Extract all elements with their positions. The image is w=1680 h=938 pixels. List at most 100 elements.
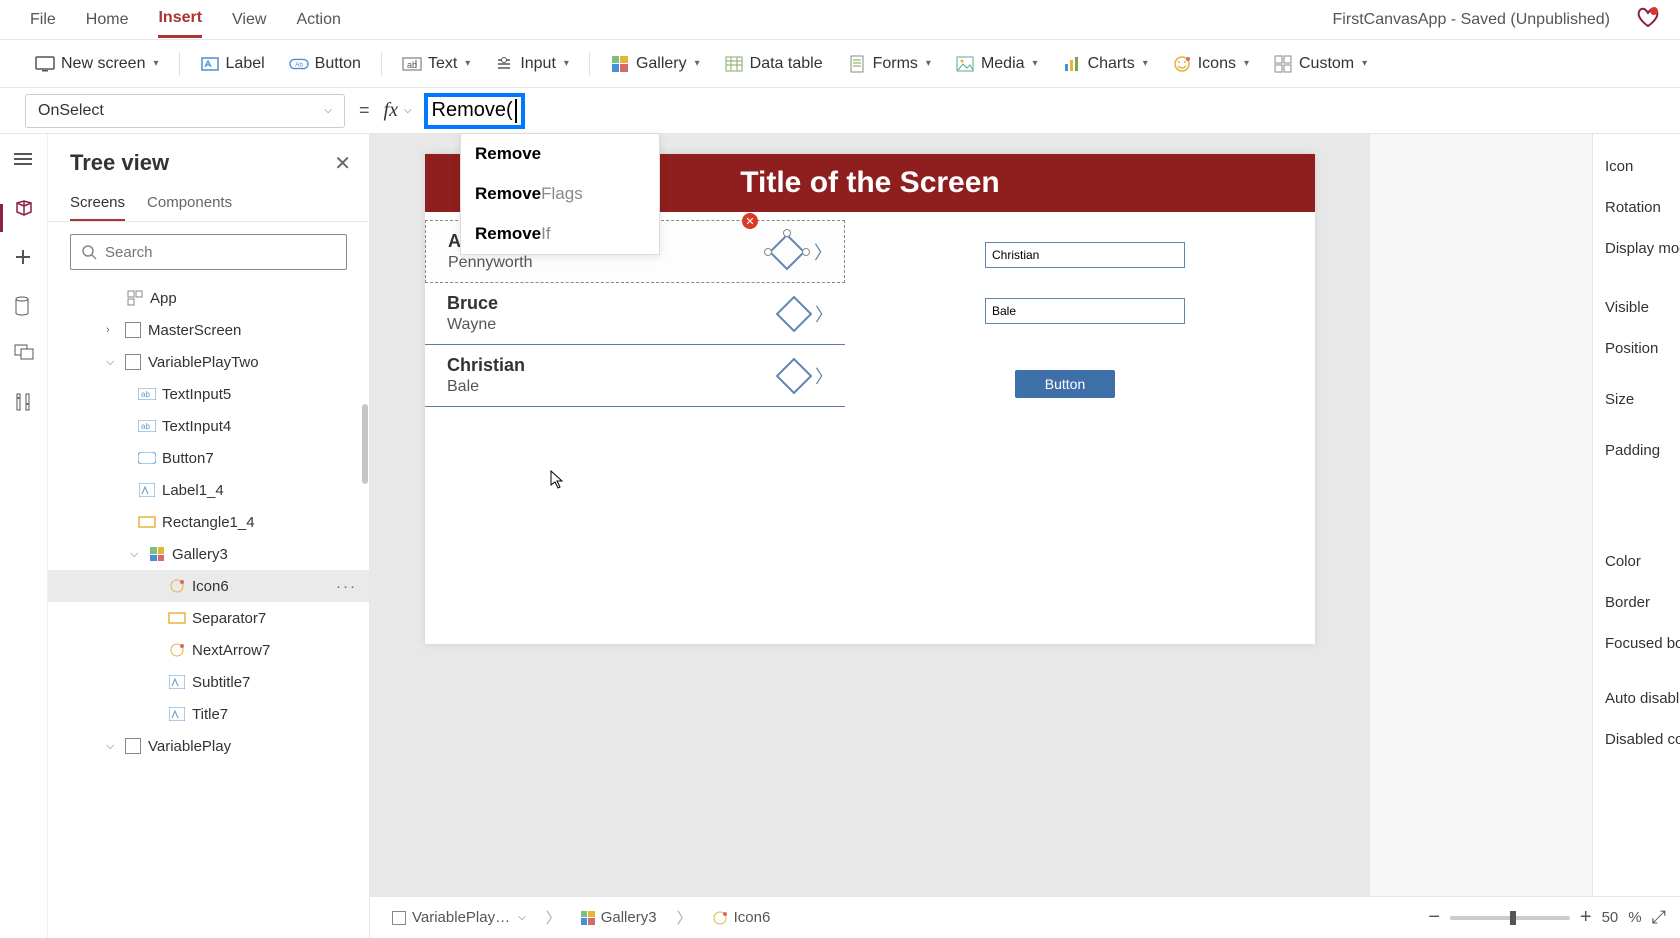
- caret-icon[interactable]: ⌵: [106, 740, 118, 753]
- tree-item-gallery3[interactable]: ⌵ Gallery3: [48, 538, 369, 570]
- input-dropdown[interactable]: Input ▾: [484, 48, 579, 80]
- zoom-in-button[interactable]: +: [1580, 906, 1592, 929]
- edit-icon[interactable]: [776, 357, 813, 394]
- next-arrow-icon[interactable]: 〉: [815, 301, 833, 327]
- tree-item-separator7[interactable]: Separator7: [48, 602, 369, 634]
- property-selector[interactable]: OnSelect ⌵: [25, 94, 345, 128]
- tree-item-title7[interactable]: Title7: [48, 698, 369, 730]
- zoom-slider-thumb[interactable]: [1510, 911, 1516, 925]
- gallery-row[interactable]: Christian Bale 〉: [425, 345, 845, 407]
- caret-icon[interactable]: ⌵: [106, 356, 118, 369]
- textinput-lastname[interactable]: [985, 298, 1185, 324]
- tree-item-app[interactable]: App: [48, 282, 369, 314]
- selection-handle[interactable]: [764, 248, 772, 256]
- tree-item-textinput5[interactable]: ab TextInput5: [48, 378, 369, 410]
- tree-item-variableplaytwo[interactable]: ⌵ VariablePlayTwo: [48, 346, 369, 378]
- breadcrumb-icon6[interactable]: Icon6: [704, 905, 779, 930]
- tree-item-subtitle7[interactable]: Subtitle7: [48, 666, 369, 698]
- formula-input[interactable]: Remove(: [424, 93, 525, 129]
- text-cursor: [515, 99, 517, 123]
- new-screen-button[interactable]: New screen ▾: [25, 48, 169, 80]
- label-button[interactable]: Label: [190, 48, 275, 80]
- tree-item-rectangle1-4[interactable]: Rectangle1_4: [48, 506, 369, 538]
- new-screen-label: New screen: [61, 55, 145, 73]
- autocomplete-item[interactable]: RemoveIf: [461, 214, 659, 254]
- tree-item-variableplay[interactable]: ⌵ VariablePlay: [48, 730, 369, 762]
- close-icon[interactable]: ✕: [334, 151, 351, 176]
- chevron-down-icon: ▾: [926, 58, 931, 69]
- selection-handle[interactable]: [802, 248, 810, 256]
- charts-dropdown[interactable]: Charts ▾: [1052, 48, 1158, 80]
- prop-border[interactable]: Border: [1605, 582, 1680, 623]
- data-table-button[interactable]: Data table: [714, 48, 833, 80]
- caret-icon[interactable]: ⌵: [130, 548, 142, 561]
- prop-position[interactable]: Position: [1605, 328, 1680, 369]
- prop-icon[interactable]: Icon: [1605, 146, 1680, 187]
- fit-to-window-icon[interactable]: ⤢: [1652, 907, 1666, 928]
- gallery-row[interactable]: Bruce Wayne 〉: [425, 283, 845, 345]
- scrollbar-thumb[interactable]: [362, 404, 368, 484]
- add-icon[interactable]: [14, 248, 34, 268]
- database-icon[interactable]: [14, 296, 34, 316]
- prop-visible[interactable]: Visible: [1605, 287, 1680, 328]
- prop-padding[interactable]: Padding: [1605, 430, 1680, 471]
- chevron-down-icon: ▾: [153, 58, 158, 69]
- tree-item-nextarrow7[interactable]: NextArrow7: [48, 634, 369, 666]
- variables-icon[interactable]: [14, 392, 34, 412]
- zoom-slider[interactable]: [1450, 916, 1570, 920]
- breadcrumb-screen[interactable]: VariablePlay… ⌵: [384, 905, 534, 930]
- edit-icon[interactable]: [776, 295, 813, 332]
- text-dropdown[interactable]: ab Text ▾: [392, 48, 480, 80]
- fx-icon[interactable]: fx: [384, 99, 398, 122]
- next-arrow-icon[interactable]: 〉: [815, 363, 833, 389]
- breadcrumb-gallery[interactable]: Gallery3: [573, 905, 665, 930]
- submit-button[interactable]: Button: [1015, 370, 1115, 398]
- tree-item-button7[interactable]: Button7: [48, 442, 369, 474]
- custom-dropdown[interactable]: Custom ▾: [1263, 48, 1377, 80]
- tree-item-icon6[interactable]: Icon6 ···: [48, 570, 369, 602]
- edit-icon-selected[interactable]: [768, 233, 806, 271]
- health-icon[interactable]: [1636, 5, 1660, 34]
- prop-rotation[interactable]: Rotation: [1605, 187, 1680, 228]
- prop-disabled-color[interactable]: Disabled color: [1605, 719, 1680, 760]
- tree-item-textinput4[interactable]: ab TextInput4: [48, 410, 369, 442]
- prop-focused-border[interactable]: Focused border: [1605, 623, 1680, 664]
- prop-size[interactable]: Size: [1605, 379, 1680, 420]
- textinput-firstname[interactable]: [985, 242, 1185, 268]
- tree-search[interactable]: [70, 234, 347, 270]
- caret-icon[interactable]: ›: [106, 324, 118, 336]
- menu-action[interactable]: Action: [296, 3, 340, 37]
- gallery-firstname: Bruce: [447, 293, 498, 314]
- tree-item-master[interactable]: › MasterScreen: [48, 314, 369, 346]
- menu-view[interactable]: View: [232, 3, 266, 37]
- autocomplete-item[interactable]: RemoveFlags: [461, 174, 659, 214]
- menu-file[interactable]: File: [30, 3, 56, 37]
- tab-components[interactable]: Components: [147, 186, 232, 221]
- tree-view-icon[interactable]: [14, 200, 34, 220]
- selection-handle[interactable]: [783, 229, 791, 237]
- button-insert-button[interactable]: Ab Button: [279, 48, 371, 80]
- tree-item-label1-4[interactable]: Label1_4: [48, 474, 369, 506]
- forms-dropdown[interactable]: Forms ▾: [837, 48, 941, 80]
- chevron-down-icon[interactable]: ⌵: [404, 105, 412, 116]
- gallery-dropdown[interactable]: Gallery ▾: [600, 48, 710, 80]
- menu-insert[interactable]: Insert: [158, 1, 202, 38]
- media-rail-icon[interactable]: [14, 344, 34, 364]
- tab-screens[interactable]: Screens: [70, 186, 125, 221]
- autocomplete-item[interactable]: Remove: [461, 134, 659, 174]
- media-dropdown[interactable]: Media ▾: [945, 48, 1048, 80]
- next-arrow-icon[interactable]: 〉: [814, 239, 832, 265]
- prop-display-mode[interactable]: Display mode: [1605, 228, 1680, 269]
- icons-dropdown[interactable]: Icons ▾: [1162, 48, 1259, 80]
- prop-auto-disable[interactable]: Auto disable: [1605, 678, 1680, 719]
- search-input[interactable]: [105, 244, 336, 261]
- menu-home[interactable]: Home: [86, 3, 129, 37]
- prop-color[interactable]: Color: [1605, 541, 1680, 582]
- delete-badge-icon[interactable]: ✕: [742, 213, 758, 229]
- zoom-out-button[interactable]: −: [1428, 906, 1440, 929]
- gallery-icon: [148, 545, 166, 563]
- more-icon[interactable]: ···: [336, 578, 357, 595]
- button-icon: Ab: [289, 54, 309, 74]
- chevron-down-icon: ▾: [1143, 58, 1148, 69]
- hamburger-icon[interactable]: [14, 152, 34, 172]
